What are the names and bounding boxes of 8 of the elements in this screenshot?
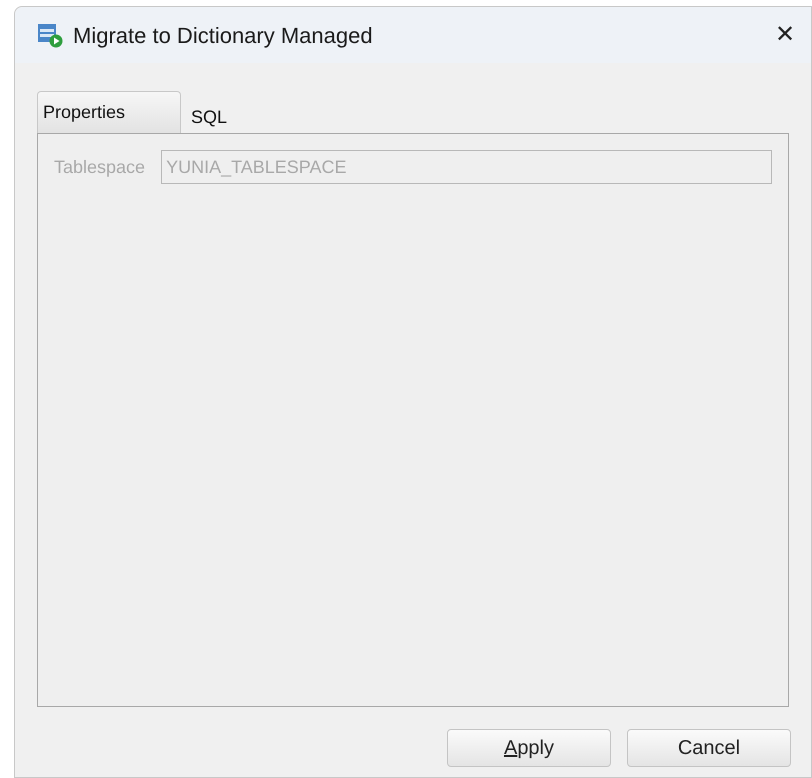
tab[interactable]: Properties (37, 91, 181, 133)
window-title: Migrate to Dictionary Managed (73, 22, 374, 50)
dialog-button[interactable]: Cancel (627, 729, 791, 767)
field-label: Tablespace (54, 156, 146, 179)
dialog-button[interactable]: Apply (447, 729, 611, 767)
tab[interactable]: SQL (181, 91, 238, 133)
table-play-icon (37, 22, 63, 48)
close-button[interactable]: ✕ (767, 17, 803, 53)
